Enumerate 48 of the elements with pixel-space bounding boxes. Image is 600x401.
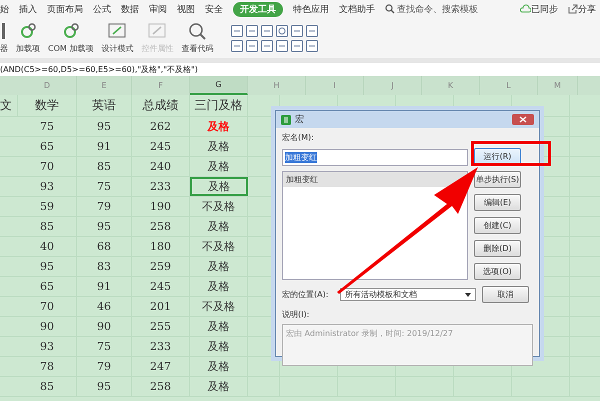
menu-tab[interactable]: 特色应用	[293, 2, 329, 16]
search-icon	[385, 4, 395, 14]
dialog-button[interactable]: 编辑(E)	[474, 194, 521, 211]
share-button[interactable]: 分享	[578, 2, 596, 16]
description-label: 说明(I):	[282, 309, 310, 320]
app-icon	[281, 114, 291, 124]
menu-tab[interactable]: 插入	[19, 2, 37, 16]
macro-name-field[interactable]: 加粗变红	[282, 149, 468, 166]
menu-tab[interactable]: 审阅	[149, 2, 167, 16]
menu-tab[interactable]: 数据	[121, 2, 139, 16]
ribbon-button[interactable]: 加载项	[16, 22, 40, 54]
ribbon-button[interactable]: 设计模式	[101, 22, 134, 54]
cancel-button[interactable]: 取消	[482, 286, 529, 303]
macro-location-dropdown[interactable]: 所有活动模板和文档	[340, 288, 476, 301]
menu-tab[interactable]: 始	[0, 2, 9, 16]
description-box: 宏由 Administrator 录制，时间: 2019/12/27	[282, 324, 533, 366]
radio-icon[interactable]	[276, 24, 288, 36]
dialog-title: 宏	[295, 114, 304, 126]
formula-text[interactable]: (AND(C5>=60,D5>=60,E5>=60),"及格","不及格")	[0, 63, 600, 76]
cloud-icon	[520, 4, 531, 14]
dialog-button[interactable]: 选项(O)	[474, 263, 521, 280]
dialog-button[interactable]: 删除(D)	[474, 240, 521, 257]
ribbon-button[interactable]: COM 加载项	[48, 22, 94, 54]
menu-tab[interactable]: 公式	[93, 2, 111, 16]
gear-icon	[19, 22, 37, 40]
sync-status[interactable]: 已同步	[531, 2, 558, 16]
column-header[interactable]: G	[190, 76, 248, 95]
table-cell: 文	[0, 95, 18, 116]
ribbon-button[interactable]: 器	[0, 22, 8, 54]
macro-list-item[interactable]: 加粗变红	[283, 172, 467, 187]
ribbon-button[interactable]: 查看代码	[181, 22, 214, 54]
design-icon	[148, 22, 166, 40]
macro-name-label: 宏名(M):	[282, 132, 315, 143]
menu-tab[interactable]: 页面布局	[47, 2, 83, 16]
menu-tab[interactable]: 文档助手	[339, 2, 375, 16]
table-cell: 及格	[190, 177, 248, 196]
gear-icon	[62, 22, 80, 40]
macro-list[interactable]: 加粗变红	[282, 171, 468, 280]
design-icon	[108, 22, 126, 40]
share-icon	[568, 4, 578, 14]
menu-tab[interactable]: 视图	[177, 2, 195, 16]
dialog-button[interactable]: 创建(C)	[474, 217, 521, 234]
dialog-button[interactable]: 单步执行(S)	[474, 171, 521, 188]
menu-tab[interactable]: 安全	[205, 2, 223, 16]
macro-location-label: 宏的位置(A):	[282, 289, 330, 300]
magnifier-icon	[188, 22, 206, 40]
search-field[interactable]: 查找命令、搜索模板	[385, 2, 478, 16]
close-button[interactable]	[512, 114, 534, 125]
